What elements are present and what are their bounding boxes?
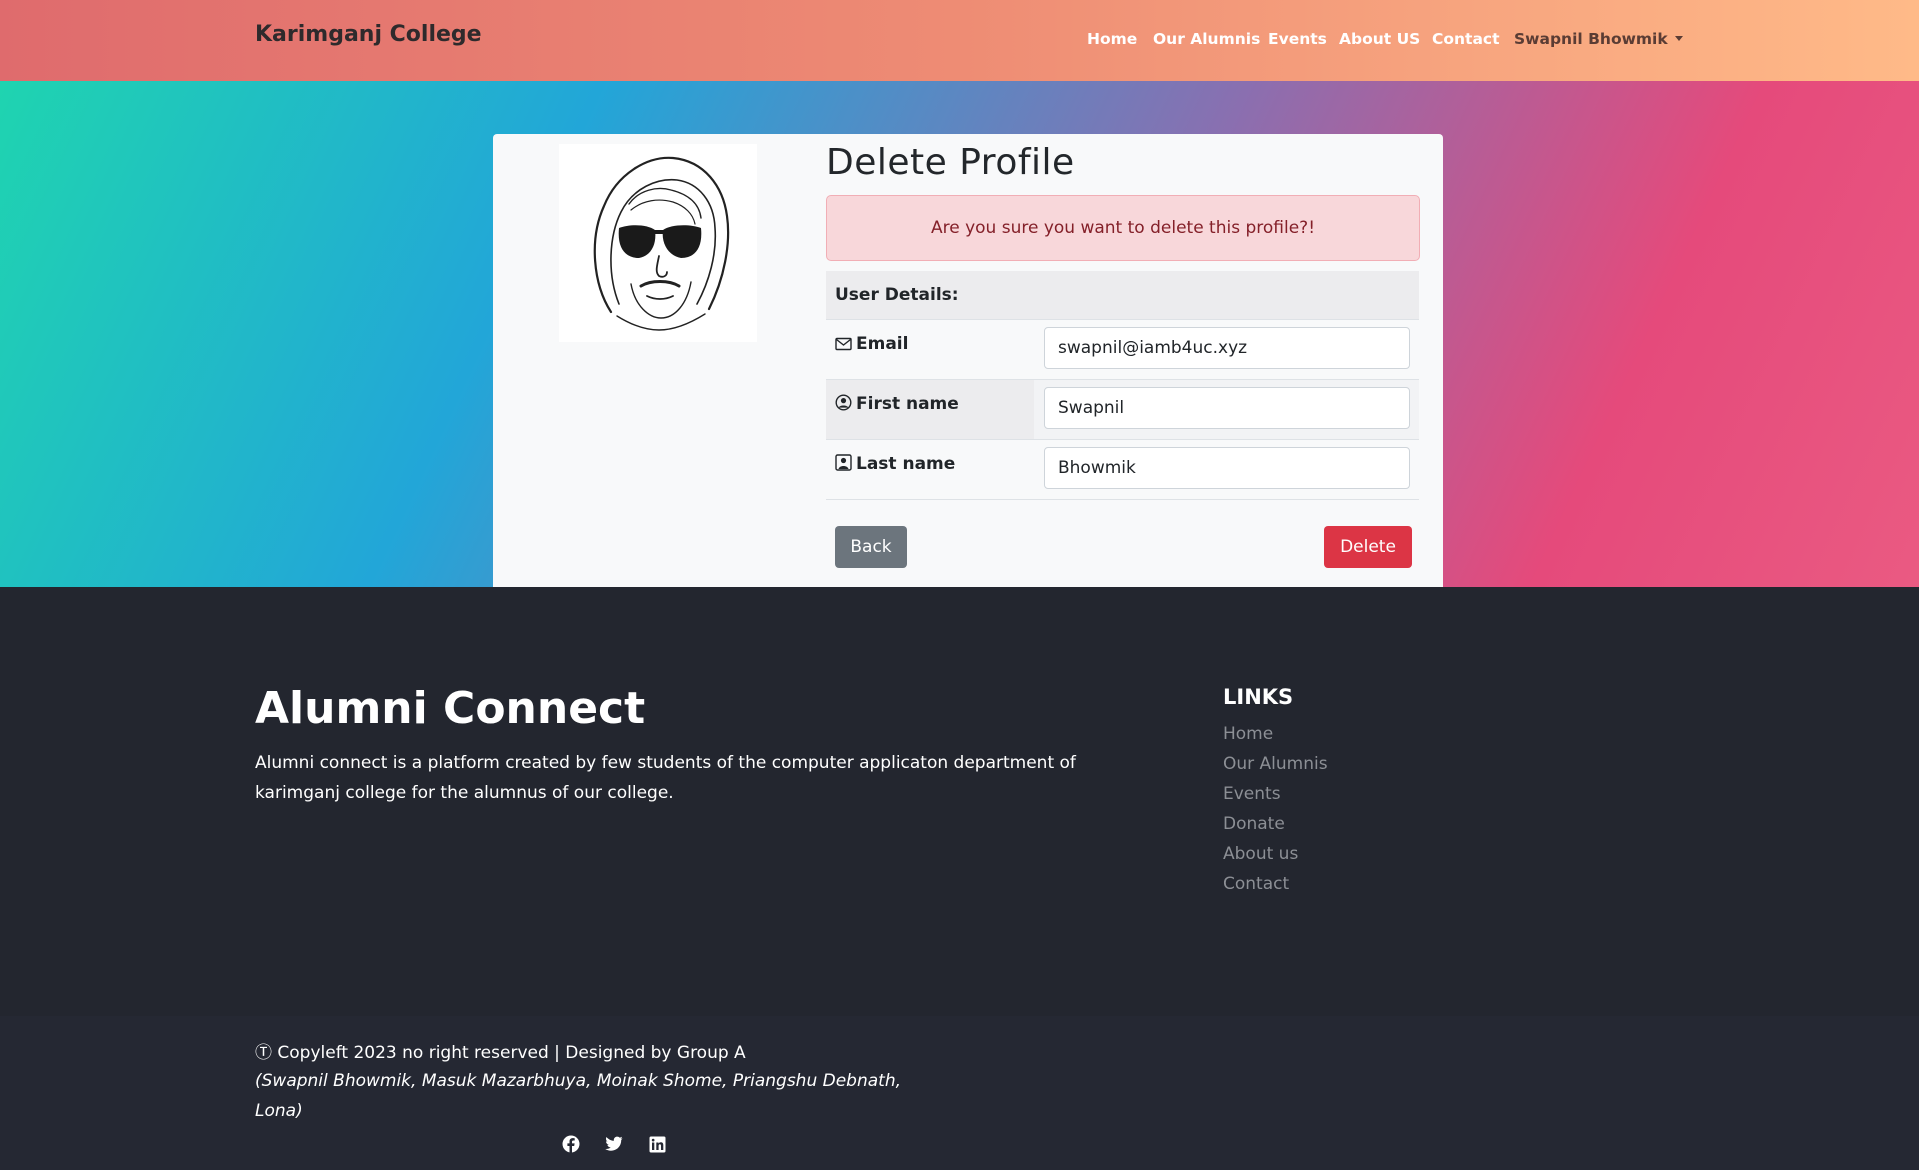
footer-link-our-alumnis[interactable]: Our Alumnis (1223, 749, 1328, 779)
footer-link-about-us[interactable]: About us (1223, 839, 1328, 869)
linkedin-icon[interactable] (643, 1130, 671, 1158)
last-name-label-cell: Last name (826, 440, 1034, 499)
footer-links-title: LINKS (1223, 685, 1294, 709)
last-name-field[interactable] (1044, 447, 1410, 489)
back-button[interactable]: Back (835, 526, 907, 568)
copyright-label: Copyleft 2023 no right reserved | Design… (277, 1043, 746, 1063)
copyleft-icon: Ⓣ (255, 1043, 272, 1063)
user-name: Swapnil Bhowmik (1514, 30, 1668, 48)
brand-logo[interactable]: Karimganj College (255, 22, 482, 47)
user-details-header: User Details: (826, 271, 1419, 319)
email-field[interactable] (1044, 327, 1410, 369)
nav-link-our-alumnis[interactable]: Our Alumnis (1153, 30, 1260, 48)
first-name-field[interactable] (1044, 387, 1410, 429)
caret-down-icon (1674, 36, 1683, 41)
footer-title: Alumni Connect (255, 683, 646, 734)
delete-confirmation-alert: Are you sure you want to delete this pro… (826, 195, 1420, 261)
first-name-label: First name (856, 394, 959, 414)
first-name-row: First name (826, 379, 1419, 439)
email-row: Email (826, 319, 1419, 379)
envelope-icon (835, 337, 852, 351)
authors-text: (Swapnil Bhowmik, Masuk Mazarbhuya, Moin… (255, 1071, 901, 1121)
nav-link-contact[interactable]: Contact (1432, 30, 1500, 48)
footer-link-contact[interactable]: Contact (1223, 869, 1328, 899)
footer-link-donate[interactable]: Donate (1223, 809, 1328, 839)
email-label-cell: Email (826, 320, 1034, 379)
nav-link-home[interactable]: Home (1087, 30, 1137, 48)
top-navbar: Karimganj College Home Our Alumnis Event… (0, 0, 1919, 81)
delete-profile-card: Delete Profile Are you sure you want to … (493, 134, 1443, 587)
nav-link-about-us[interactable]: About US (1339, 30, 1420, 48)
twitter-icon[interactable] (600, 1130, 628, 1158)
page-title: Delete Profile (826, 142, 1075, 183)
last-name-row: Last name (826, 439, 1419, 499)
user-dropdown[interactable]: Swapnil Bhowmik (1514, 30, 1683, 48)
first-name-label-cell: First name (826, 380, 1034, 439)
table-divider (826, 499, 1419, 500)
footer-description: Alumni connect is a platform created by … (255, 753, 1076, 803)
footer-link-home[interactable]: Home (1223, 719, 1328, 749)
person-circle-icon (835, 394, 852, 411)
footer-link-events[interactable]: Events (1223, 779, 1328, 809)
facebook-icon[interactable] (557, 1130, 585, 1158)
footer-links: Home Our Alumnis Events Donate About us … (1223, 719, 1328, 899)
copyright-text: Ⓣ Copyleft 2023 no right reserved | Desi… (255, 1038, 746, 1068)
nav-link-events[interactable]: Events (1268, 30, 1327, 48)
delete-button[interactable]: Delete (1324, 526, 1412, 568)
person-square-icon (835, 454, 852, 471)
email-label: Email (856, 334, 909, 354)
profile-avatar (559, 144, 757, 342)
last-name-label: Last name (856, 454, 956, 474)
